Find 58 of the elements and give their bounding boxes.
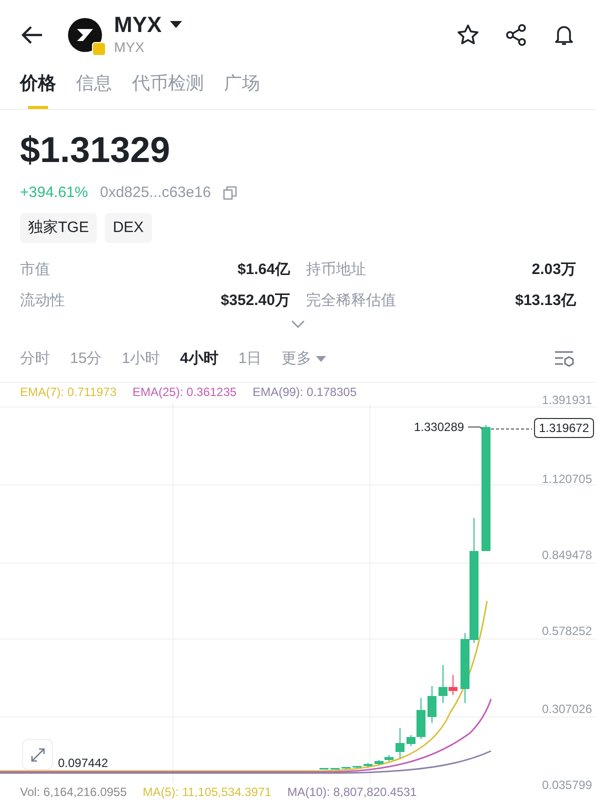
low-price-label: 0.097442 bbox=[58, 755, 108, 771]
chart-settings-icon[interactable] bbox=[554, 349, 576, 369]
stat-value: $13.13亿 bbox=[515, 290, 576, 310]
expand-icon bbox=[30, 746, 46, 762]
expand-button[interactable] bbox=[22, 739, 53, 770]
volume-legend: MA(5): 11,105,534.3971 bbox=[142, 784, 272, 800]
caret-icon bbox=[316, 356, 326, 362]
volume-legend: Vol: 6,164,216.0955 bbox=[20, 784, 127, 800]
interval-tab[interactable]: 1日 bbox=[238, 348, 262, 370]
y-axis-label: 0.578252 bbox=[542, 623, 592, 639]
candle bbox=[428, 686, 436, 724]
y-axis-label: 0.849478 bbox=[542, 547, 592, 563]
stat-value: $352.40万 bbox=[220, 290, 290, 310]
interval-tab[interactable]: 15分 bbox=[70, 348, 102, 370]
copy-icon[interactable] bbox=[222, 186, 237, 200]
tab[interactable]: 信息 bbox=[76, 70, 112, 109]
candle bbox=[342, 766, 350, 770]
stat-label: 流动性 bbox=[20, 290, 65, 310]
tag: DEX bbox=[104, 212, 152, 243]
candle bbox=[396, 728, 404, 758]
stat-value: 2.03万 bbox=[532, 260, 576, 280]
more-dropdown[interactable]: 更多 bbox=[282, 348, 326, 370]
token-name: MYX bbox=[114, 38, 146, 57]
token-symbol: MYX bbox=[114, 13, 162, 37]
ema-legend: EMA(99): 0.178305 bbox=[252, 383, 357, 401]
stat-label: 完全稀释估值 bbox=[306, 290, 396, 310]
stat-value: $1.64亿 bbox=[237, 260, 290, 280]
tab[interactable]: 代币检测 bbox=[132, 70, 204, 109]
stat-label: 持币地址 bbox=[306, 260, 366, 280]
price-line bbox=[490, 428, 532, 430]
leader-line bbox=[468, 426, 482, 430]
ema-legend: EMA(7): 0.711973 bbox=[20, 383, 116, 401]
candle bbox=[364, 762, 372, 768]
interval-tab[interactable]: 分时 bbox=[20, 348, 50, 370]
candle bbox=[352, 766, 362, 768]
stat-label: 市值 bbox=[20, 260, 50, 280]
contract-address: 0xd825...c63e16 bbox=[100, 183, 211, 203]
volume-legend: MA(10): 8,807,820.4531 bbox=[287, 784, 417, 800]
high-price-label: 1.330289 bbox=[414, 419, 464, 435]
last-price-label: 1.319672 bbox=[534, 418, 594, 438]
y-axis-label: 0.307026 bbox=[542, 701, 592, 717]
y-axis-label: 0.035799 bbox=[542, 777, 592, 793]
share-icon[interactable] bbox=[504, 23, 528, 47]
y-axis-label: 1.391931 bbox=[542, 392, 592, 408]
interval-tab[interactable]: 1小时 bbox=[122, 348, 160, 370]
y-axis-label: 1.120705 bbox=[542, 471, 592, 487]
tab[interactable]: 广场 bbox=[224, 70, 260, 109]
tab[interactable]: 价格 bbox=[20, 70, 56, 109]
star-icon[interactable] bbox=[456, 23, 480, 47]
caret-icon[interactable] bbox=[170, 21, 182, 29]
price-change: +394.61% bbox=[20, 183, 88, 203]
chevron-down-icon[interactable] bbox=[291, 320, 305, 328]
interval-tab[interactable]: 4小时 bbox=[180, 348, 218, 370]
ema-legend: EMA(25): 0.361235 bbox=[132, 383, 237, 401]
price: $1.31329 bbox=[20, 128, 172, 172]
back-icon[interactable] bbox=[20, 25, 44, 45]
tag: 独家TGE bbox=[20, 212, 97, 243]
bell-icon[interactable] bbox=[552, 23, 576, 47]
